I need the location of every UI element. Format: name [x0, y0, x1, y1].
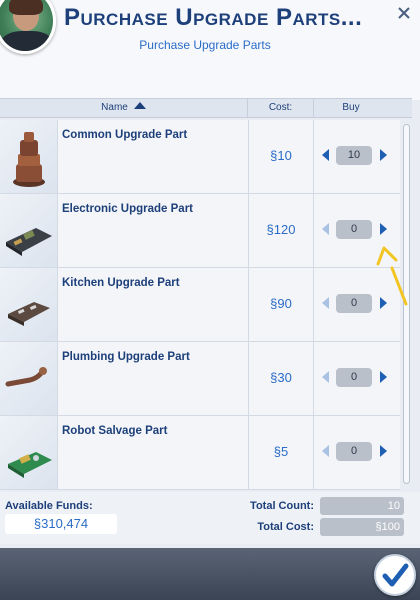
- table-header: Name Cost: Buy: [0, 98, 412, 118]
- quantity-field[interactable]: 0: [336, 368, 372, 387]
- column-cost-header[interactable]: Cost:: [248, 99, 314, 117]
- decrease-arrow-icon[interactable]: [322, 371, 329, 383]
- electronic-part-icon: [0, 194, 58, 267]
- decrease-arrow-icon[interactable]: [322, 223, 329, 235]
- item-cost: §10: [270, 148, 292, 163]
- quantity-field[interactable]: 0: [336, 442, 372, 461]
- item-name: Electronic Upgrade Part: [62, 203, 194, 215]
- item-name: Plumbing Upgrade Part: [62, 351, 190, 363]
- purchase-dialog: Purchase Upgrade Parts... Purchase Upgra…: [0, 0, 420, 600]
- column-buy-header[interactable]: Buy: [314, 99, 388, 117]
- column-name-label: Name: [101, 102, 128, 113]
- total-count-label: Total Count:: [250, 500, 314, 512]
- sort-ascending-icon: [133, 102, 146, 109]
- robot-salvage-icon: [0, 416, 58, 489]
- dialog-subtitle: Purchase Upgrade Parts: [139, 38, 271, 52]
- dialog-footer: Available Funds: §310,474 Total Count: 1…: [0, 492, 420, 544]
- item-cost: §90: [270, 296, 292, 311]
- quantity-field[interactable]: 0: [336, 294, 372, 313]
- increase-arrow-icon[interactable]: [380, 149, 387, 161]
- decrease-arrow-icon[interactable]: [322, 445, 329, 457]
- increase-arrow-icon[interactable]: [380, 445, 387, 457]
- quantity-field[interactable]: 0: [336, 220, 372, 239]
- decrease-arrow-icon[interactable]: [322, 297, 329, 309]
- column-name-header[interactable]: Name: [0, 99, 248, 117]
- dialog-header: Purchase Upgrade Parts... Purchase Upgra…: [0, 0, 420, 100]
- item-name: Kitchen Upgrade Part: [62, 277, 180, 289]
- quantity-field[interactable]: 10: [336, 146, 372, 165]
- quantity-stepper: 0: [320, 220, 390, 240]
- confirm-button[interactable]: [374, 554, 416, 596]
- close-button[interactable]: [392, 2, 416, 26]
- list-item: Kitchen Upgrade Part §90 0: [0, 268, 400, 342]
- item-cost: §5: [273, 444, 289, 459]
- total-count-value: 10: [320, 497, 404, 515]
- quantity-stepper: 10: [320, 146, 390, 166]
- increase-arrow-icon[interactable]: [380, 223, 387, 235]
- available-funds-label: Available Funds:: [5, 500, 93, 512]
- list-item: Robot Salvage Part §5 0: [0, 416, 400, 490]
- decrease-arrow-icon[interactable]: [322, 149, 329, 161]
- item-name: Common Upgrade Part: [62, 129, 188, 141]
- kitchen-part-icon: [0, 268, 58, 341]
- total-cost-label: Total Cost:: [257, 521, 314, 533]
- increase-arrow-icon[interactable]: [380, 371, 387, 383]
- dialog-title: Purchase Upgrade Parts...: [64, 4, 363, 31]
- avatar-hair: [9, 0, 43, 15]
- item-cost: §120: [266, 222, 296, 237]
- bottom-band: [0, 548, 420, 600]
- common-part-icon: [0, 120, 58, 193]
- available-funds-value: §310,474: [5, 514, 117, 534]
- list-item: Common Upgrade Part §10 10: [0, 120, 400, 194]
- list-item: Electronic Upgrade Part §120 0: [0, 194, 400, 268]
- item-cost: §30: [270, 370, 292, 385]
- annotation-arrow-icon: [376, 246, 408, 306]
- quantity-stepper: 0: [320, 368, 390, 388]
- list-item: Plumbing Upgrade Part §30 0: [0, 342, 400, 416]
- total-cost-value: §100: [320, 518, 404, 536]
- plumbing-part-icon: [0, 342, 58, 415]
- item-list: Common Upgrade Part §10 10 Electronic Up…: [0, 120, 400, 490]
- quantity-stepper: 0: [320, 442, 390, 462]
- close-icon: [398, 7, 410, 19]
- item-name: Robot Salvage Part: [62, 425, 168, 437]
- checkmark-icon: [382, 563, 409, 587]
